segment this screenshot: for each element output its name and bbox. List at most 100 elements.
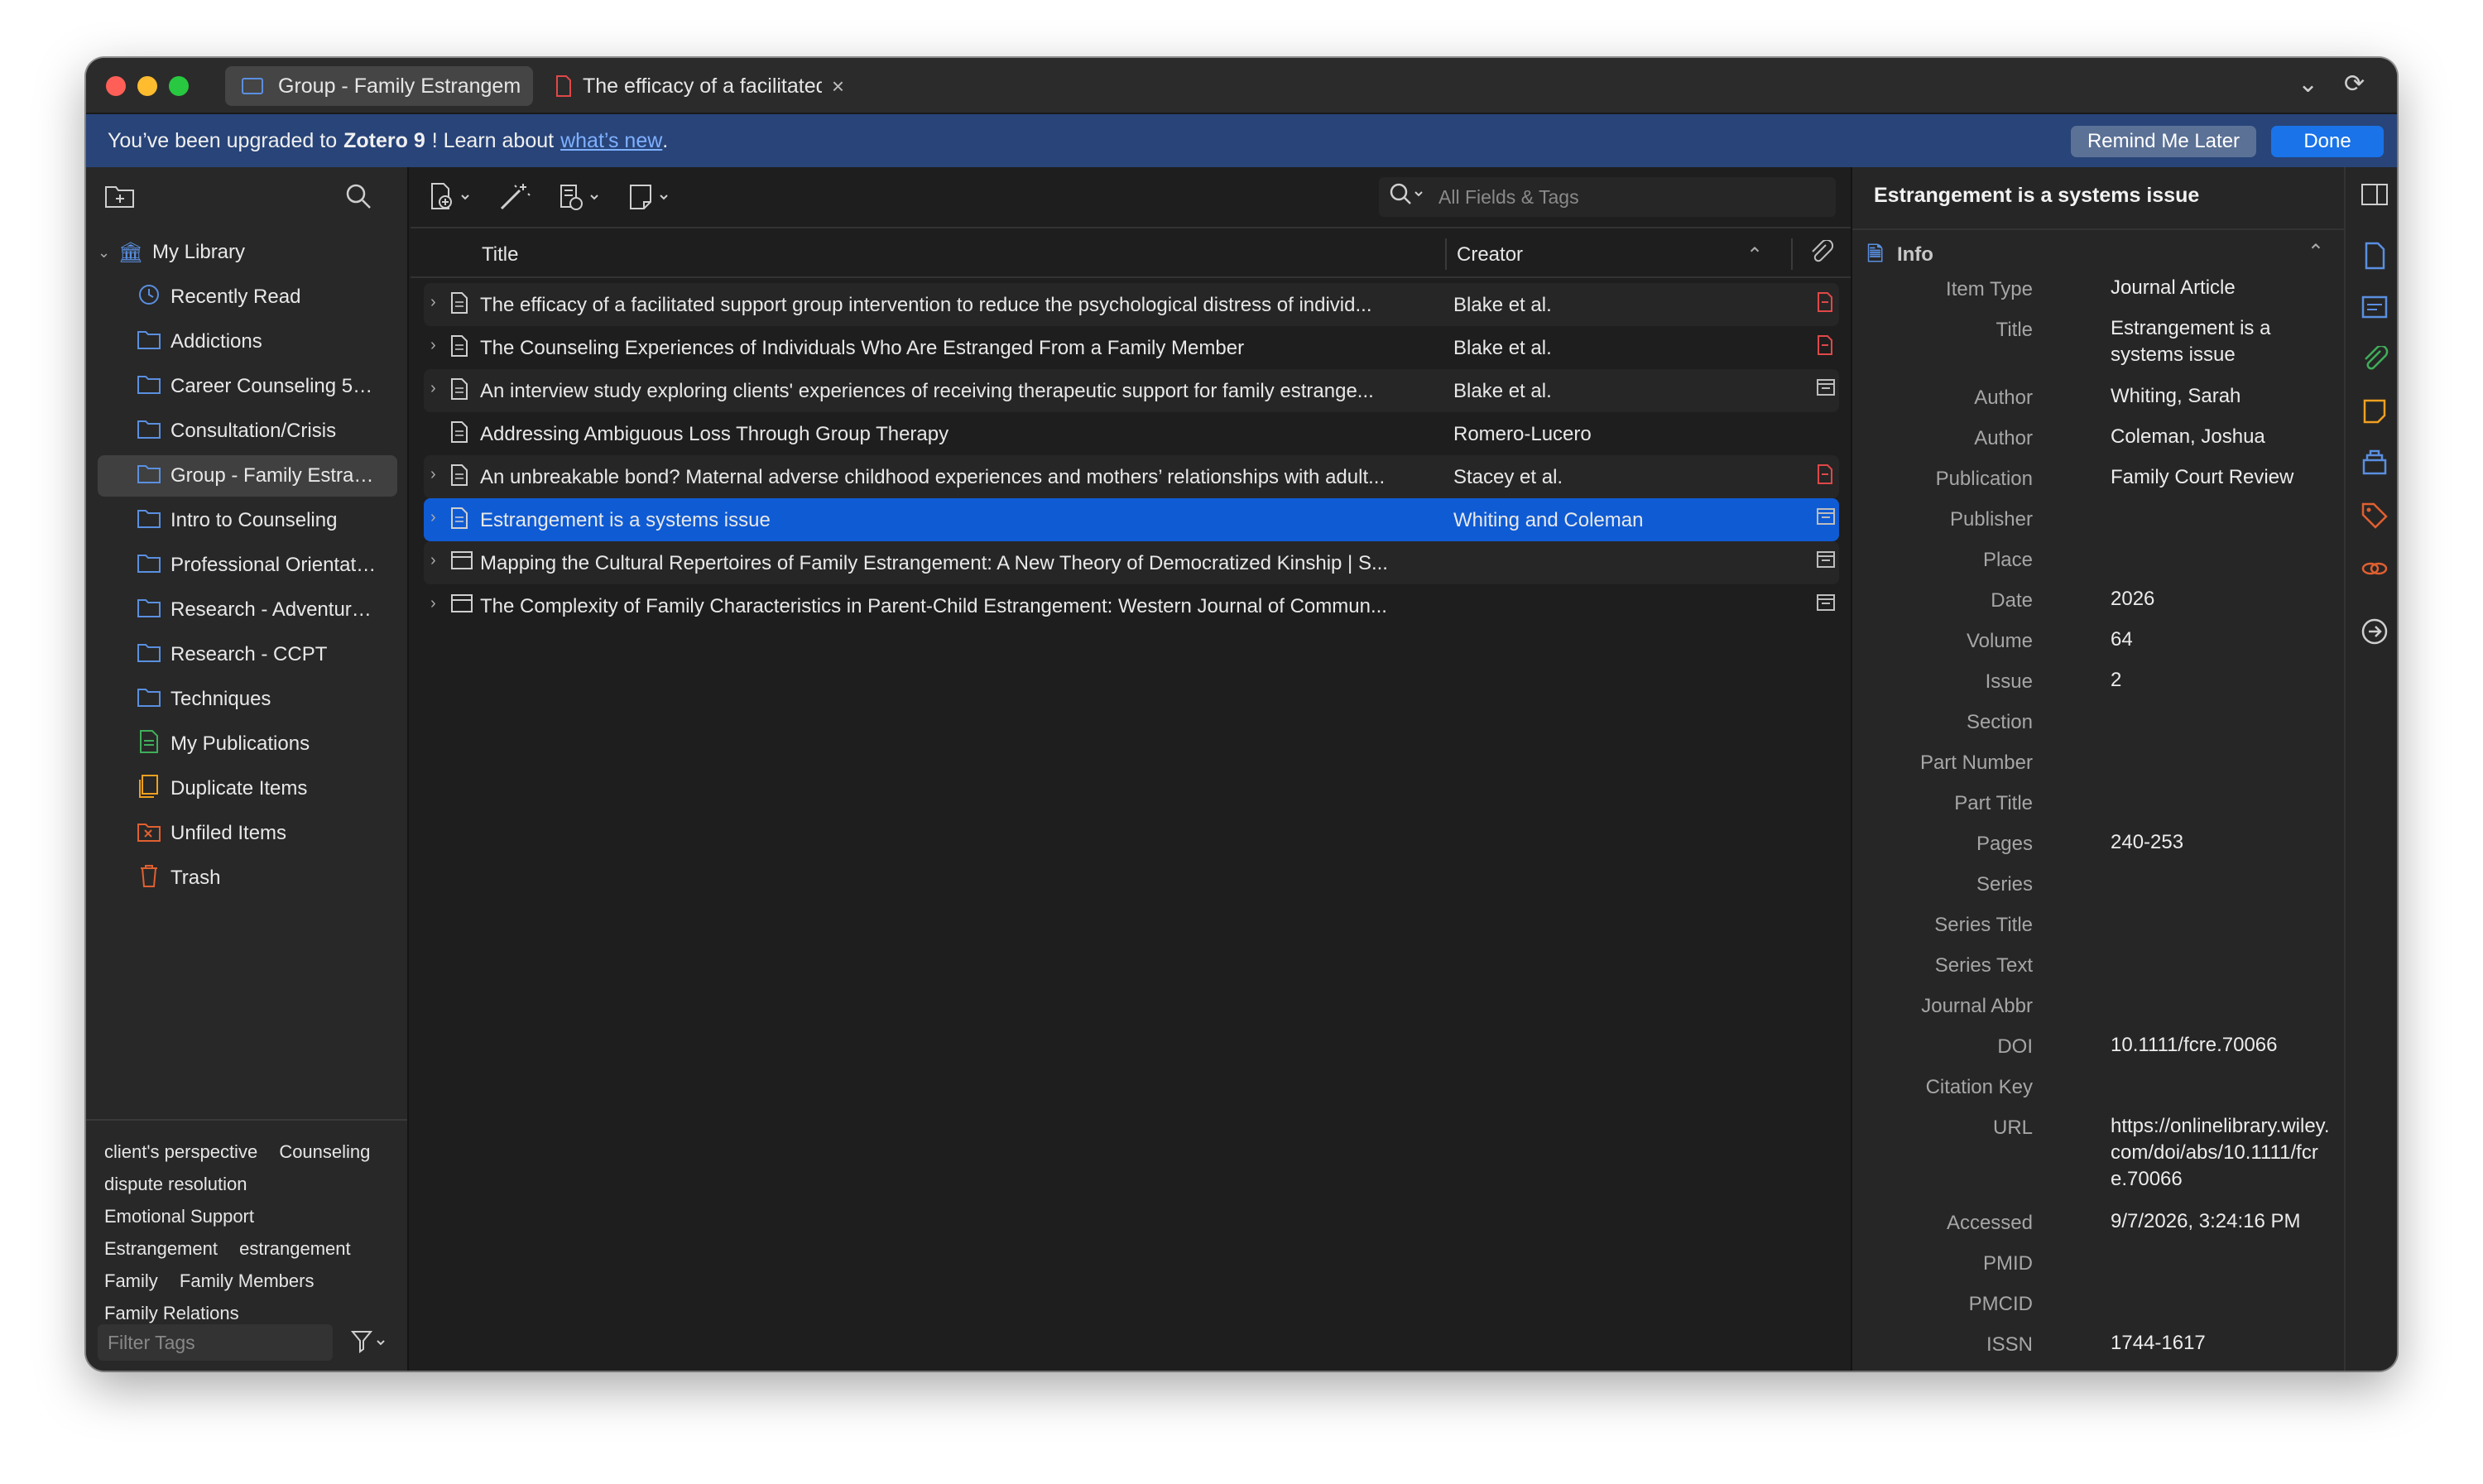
field-value[interactable]: Whiting, Sarah (2111, 383, 2334, 410)
collection-item[interactable]: Career Counseling 5… (98, 366, 397, 407)
field-label: ISSN (1986, 1333, 2033, 1356)
field-value[interactable]: Family Court Review (2111, 464, 2334, 491)
tag-chip[interactable]: estrangement (239, 1238, 351, 1259)
column-separator[interactable] (1445, 238, 1447, 270)
tag-chip[interactable]: dispute resolution (104, 1174, 247, 1194)
item-row[interactable]: › The Counseling Experiences of Individua… (424, 326, 1839, 369)
search-field[interactable]: All Fields & Tags (1379, 177, 1836, 217)
tag-chip[interactable]: Counseling (279, 1141, 370, 1162)
tab-library[interactable]: Group - Family Estrangement (225, 66, 533, 106)
collection-item[interactable]: Intro to Counseling (98, 500, 397, 541)
tag-chip[interactable]: Family (104, 1270, 158, 1291)
collection-item[interactable]: My Publications (98, 723, 397, 765)
attachment-column-icon[interactable] (1809, 238, 1834, 271)
related-nav-icon[interactable] (2361, 555, 2389, 589)
pdf-attachment-icon[interactable] (1816, 292, 1834, 317)
my-library[interactable]: ⌄ 🏛 My Library (98, 232, 397, 273)
column-separator[interactable] (1791, 238, 1793, 270)
tag-chip[interactable]: Family Relations (104, 1303, 239, 1323)
pdf-attachment-icon[interactable] (1816, 335, 1834, 360)
sort-ascending-icon[interactable]: ⌃ (1746, 243, 1763, 267)
toggle-pane-icon[interactable] (2361, 182, 2389, 214)
collection-item[interactable]: Duplicate Items (98, 768, 397, 809)
collection-item[interactable]: Group - Family Estra… (98, 455, 397, 497)
libraries-collections-nav-icon[interactable] (2361, 449, 2389, 483)
field-value[interactable]: Estrangement is a systems issue (2111, 315, 2334, 368)
collection-item[interactable]: Techniques (98, 679, 397, 720)
field-value[interactable]: 240-253 (2111, 829, 2334, 856)
collection-item[interactable]: Research - CCPT (98, 634, 397, 675)
info-section-header[interactable]: 🗎 Info ⌃ (1867, 240, 2327, 273)
tag-chip[interactable]: client's perspective (104, 1141, 257, 1162)
column-title[interactable]: Title (482, 243, 518, 267)
field-value[interactable]: https://onlinelibrary.wiley.com/doi/abs/… (2111, 1113, 2334, 1193)
attachments-nav-icon[interactable] (2361, 344, 2389, 381)
abstract-nav-icon[interactable] (2361, 293, 2389, 328)
column-creator[interactable]: Creator (1457, 243, 1523, 267)
tag-chip[interactable]: Growth (245, 1367, 304, 1371)
item-title: Addressing Ambiguous Loss Through Group … (480, 423, 949, 445)
tags-nav-icon[interactable] (2361, 502, 2389, 536)
collection-item[interactable]: Unfiled Items (98, 813, 397, 854)
field-value[interactable]: 10.1111/fcre.70066 (2111, 1032, 2334, 1059)
chevron-right-icon[interactable]: › (430, 465, 436, 484)
field-value[interactable]: Coleman, Joshua (2111, 424, 2334, 450)
tab-reader[interactable]: The efficacy of a facilitated support gr… (543, 66, 856, 106)
field-value[interactable]: 2 (2111, 667, 2334, 694)
collection-search-icon[interactable] (344, 182, 372, 217)
collection-item[interactable]: Recently Read (98, 276, 397, 318)
field-value[interactable]: 1744-1617 (2111, 1330, 2334, 1357)
close-tab-icon[interactable]: × (832, 74, 844, 99)
filter-icon[interactable] (350, 1329, 387, 1360)
new-collection-icon[interactable] (104, 182, 136, 215)
item-row[interactable]: › An interview study exploring clients' e… (424, 369, 1839, 412)
chevron-right-icon[interactable]: › (430, 508, 436, 527)
tag-chip[interactable]: Family Members (180, 1270, 315, 1291)
snapshot-attachment-icon[interactable] (1816, 378, 1836, 401)
add-attachment-icon[interactable] (556, 182, 606, 219)
sync-icon[interactable]: ⟳ (2344, 70, 2365, 98)
tab-list-chevron-icon[interactable]: ⌄ (2298, 70, 2318, 98)
chevron-right-icon[interactable]: › (430, 551, 436, 570)
close-window-button[interactable] (106, 76, 126, 96)
collection-item[interactable]: Consultation/Crisis (98, 411, 397, 452)
snapshot-attachment-icon[interactable] (1816, 507, 1836, 531)
item-row[interactable]: › The Complexity of Family Characteristic… (424, 584, 1839, 627)
item-row[interactable]: › Mapping the Cultural Repertoires of Fam… (424, 541, 1839, 584)
tag-chip[interactable]: Estrangement (104, 1238, 218, 1259)
collection-item[interactable]: Research - Adventur… (98, 589, 397, 631)
minimize-window-button[interactable] (137, 76, 157, 96)
pdf-attachment-icon[interactable] (1816, 464, 1834, 489)
notes-nav-icon[interactable] (2361, 397, 2389, 432)
tag-chip[interactable]: family systems (104, 1367, 223, 1371)
chevron-right-icon[interactable]: › (430, 293, 436, 312)
done-button[interactable]: Done (2271, 126, 2384, 157)
remind-me-later-button[interactable]: Remind Me Later (2071, 126, 2256, 157)
snapshot-attachment-icon[interactable] (1816, 550, 1836, 574)
filter-tags-input[interactable]: Filter Tags (98, 1324, 333, 1361)
item-row[interactable]: › An unbreakable bond? Maternal adverse c… (424, 455, 1839, 498)
info-nav-icon[interactable] (2361, 242, 2389, 276)
collection-item[interactable]: Professional Orientat… (98, 545, 397, 586)
field-value[interactable]: 2026 (2111, 586, 2334, 612)
field-value[interactable]: 9/7/2026, 3:24:16 PM (2111, 1208, 2334, 1235)
item-row[interactable]: › Estrangement is a systems issue Whiting … (424, 498, 1839, 541)
locate-nav-icon[interactable] (2361, 617, 2389, 652)
chevron-right-icon[interactable]: › (430, 594, 436, 613)
add-by-identifier-icon[interactable] (498, 182, 531, 219)
field-value[interactable]: Journal Article (2111, 275, 2334, 301)
chevron-right-icon[interactable]: › (430, 379, 436, 398)
new-item-icon[interactable] (427, 182, 477, 219)
zoom-window-button[interactable] (169, 76, 189, 96)
collection-item[interactable]: Addictions (98, 321, 397, 363)
field-value[interactable]: 64 (2111, 627, 2334, 653)
snapshot-attachment-icon[interactable] (1816, 593, 1836, 617)
item-row[interactable]: › The efficacy of a facilitated support g… (424, 283, 1839, 326)
chevron-up-icon[interactable]: ⌃ (2308, 240, 2324, 264)
new-note-icon[interactable] (627, 182, 677, 219)
chevron-right-icon[interactable]: › (430, 336, 436, 355)
item-row[interactable]: Addressing Ambiguous Loss Through Group … (424, 412, 1839, 455)
collection-item[interactable]: Trash (98, 857, 397, 899)
tag-chip[interactable]: Emotional Support (104, 1206, 254, 1227)
whats-new-link[interactable]: what’s new (560, 129, 662, 153)
